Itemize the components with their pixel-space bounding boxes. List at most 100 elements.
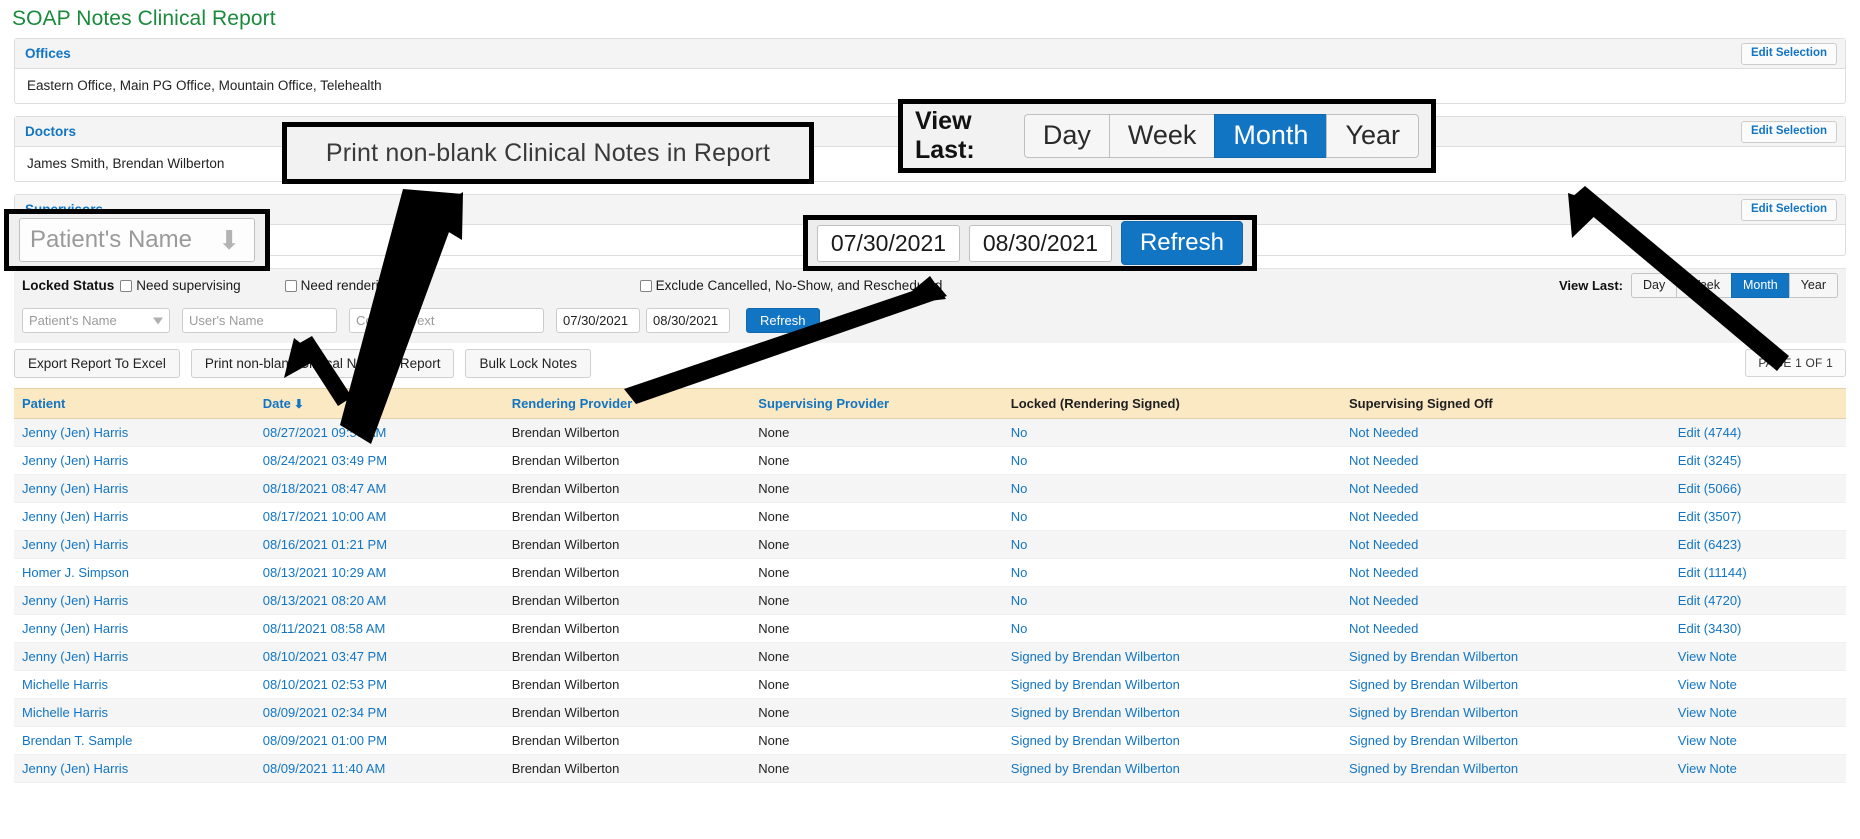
cell-supervising-signed-off-link[interactable]: Signed by Brendan Wilberton <box>1349 705 1518 720</box>
cell-supervising-signed-off[interactable]: Not Needed <box>1340 418 1670 447</box>
cell-patient[interactable]: Jenny (Jen) Harris <box>14 642 255 671</box>
cell-date-link[interactable]: 08/09/2021 01:00 PM <box>263 733 387 748</box>
cell-patient[interactable]: Jenny (Jen) Harris <box>14 614 255 643</box>
cell-supervising-signed-off-link[interactable]: Signed by Brendan Wilberton <box>1349 649 1518 664</box>
exclude-cancelled-checkbox[interactable] <box>639 279 652 292</box>
cell-action-link[interactable]: View Note <box>1678 649 1737 664</box>
column-header-date[interactable]: Date ⬇ <box>254 388 504 419</box>
cell-action-link[interactable]: Edit (6423) <box>1678 537 1742 552</box>
cell-action[interactable]: Edit (5066) <box>1669 474 1846 503</box>
patient-name-select[interactable] <box>22 308 170 333</box>
cell-patient-link[interactable]: Jenny (Jen) Harris <box>22 593 128 608</box>
cell-locked[interactable]: Signed by Brendan Wilberton <box>1002 754 1341 783</box>
cell-supervising-signed-off-link[interactable]: Not Needed <box>1349 509 1418 524</box>
need-rendering-checkbox[interactable] <box>284 279 297 292</box>
cell-locked[interactable]: No <box>1002 502 1341 531</box>
cell-patient[interactable]: Michelle Harris <box>14 698 255 727</box>
cell-locked-link[interactable]: No <box>1011 509 1028 524</box>
cell-locked-link[interactable]: Signed by Brendan Wilberton <box>1011 677 1180 692</box>
cell-action-link[interactable]: Edit (3245) <box>1678 453 1742 468</box>
cell-date-link[interactable]: 08/09/2021 11:40 AM <box>263 761 386 776</box>
cell-patient[interactable]: Jenny (Jen) Harris <box>14 418 255 447</box>
cell-supervising-signed-off[interactable]: Signed by Brendan Wilberton <box>1340 754 1670 783</box>
need-supervising-checkbox[interactable] <box>120 279 133 292</box>
edit-selection-supervisors-button[interactable]: Edit Selection <box>1740 199 1837 221</box>
user-name-input[interactable] <box>182 308 337 333</box>
cell-date[interactable]: 08/11/2021 08:58 AM <box>254 614 504 643</box>
cell-patient[interactable]: Jenny (Jen) Harris <box>14 586 255 615</box>
cell-action[interactable]: View Note <box>1669 698 1846 727</box>
cell-date[interactable]: 08/13/2021 08:20 AM <box>254 586 504 615</box>
cell-supervising-signed-off[interactable]: Not Needed <box>1340 502 1670 531</box>
print-nonblank-clinical-notes-button[interactable]: Print non-blank Clinical Notes in Report <box>190 349 455 378</box>
cell-action-link[interactable]: View Note <box>1678 761 1737 776</box>
cell-date-link[interactable]: 08/18/2021 08:47 AM <box>263 481 387 496</box>
cell-patient-link[interactable]: Jenny (Jen) Harris <box>22 453 128 468</box>
cell-date[interactable]: 08/24/2021 03:49 PM <box>254 446 504 475</box>
cell-date-link[interactable]: 08/16/2021 01:21 PM <box>263 537 387 552</box>
cell-supervising-signed-off-link[interactable]: Not Needed <box>1349 453 1418 468</box>
need-rendering-checkbox-wrap[interactable]: Need rendering <box>284 278 394 293</box>
cell-action-link[interactable]: View Note <box>1678 733 1737 748</box>
cell-locked-link[interactable]: No <box>1011 425 1028 440</box>
cell-locked[interactable]: Signed by Brendan Wilberton <box>1002 698 1341 727</box>
cell-supervising-signed-off-link[interactable]: Signed by Brendan Wilberton <box>1349 733 1518 748</box>
cell-supervising-signed-off-link[interactable]: Not Needed <box>1349 593 1418 608</box>
cell-locked-link[interactable]: No <box>1011 537 1028 552</box>
cell-locked-link[interactable]: No <box>1011 565 1028 580</box>
date-to-input[interactable] <box>646 308 730 333</box>
cell-date[interactable]: 08/13/2021 10:29 AM <box>254 558 504 587</box>
cell-locked[interactable]: No <box>1002 530 1341 559</box>
cell-patient[interactable]: Homer J. Simpson <box>14 558 255 587</box>
cell-patient-link[interactable]: Brendan T. Sample <box>22 733 132 748</box>
cell-action-link[interactable]: Edit (3430) <box>1678 621 1742 636</box>
cell-date[interactable]: 08/10/2021 02:53 PM <box>254 670 504 699</box>
cell-action[interactable]: View Note <box>1669 670 1846 699</box>
cell-supervising-signed-off-link[interactable]: Signed by Brendan Wilberton <box>1349 761 1518 776</box>
cell-locked-link[interactable]: Signed by Brendan Wilberton <box>1011 733 1180 748</box>
cell-patient-link[interactable]: Jenny (Jen) Harris <box>22 621 128 636</box>
cell-supervising-signed-off[interactable]: Not Needed <box>1340 614 1670 643</box>
cell-locked-link[interactable]: Signed by Brendan Wilberton <box>1011 649 1180 664</box>
cell-date[interactable]: 08/09/2021 02:34 PM <box>254 698 504 727</box>
view-last-day-button[interactable]: Day <box>1631 273 1677 298</box>
cell-supervising-signed-off[interactable]: Not Needed <box>1340 558 1670 587</box>
cell-date-link[interactable]: 08/17/2021 10:00 AM <box>263 509 387 524</box>
cell-action[interactable]: View Note <box>1669 726 1846 755</box>
cell-patient-link[interactable]: Jenny (Jen) Harris <box>22 537 128 552</box>
cell-patient-link[interactable]: Jenny (Jen) Harris <box>22 425 128 440</box>
cell-locked[interactable]: No <box>1002 446 1341 475</box>
cell-supervising-signed-off-link[interactable]: Not Needed <box>1349 621 1418 636</box>
cell-patient[interactable]: Jenny (Jen) Harris <box>14 502 255 531</box>
cell-date-link[interactable]: 08/24/2021 03:49 PM <box>263 453 387 468</box>
cell-patient-link[interactable]: Michelle Harris <box>22 677 108 692</box>
cell-patient[interactable]: Jenny (Jen) Harris <box>14 474 255 503</box>
cell-supervising-signed-off[interactable]: Signed by Brendan Wilberton <box>1340 642 1670 671</box>
cell-supervising-signed-off[interactable]: Not Needed <box>1340 530 1670 559</box>
edit-selection-doctors-button[interactable]: Edit Selection <box>1740 121 1837 143</box>
cell-date-link[interactable]: 08/10/2021 02:53 PM <box>263 677 387 692</box>
export-report-to-excel-button[interactable]: Export Report To Excel <box>14 349 180 378</box>
cell-patient-link[interactable]: Jenny (Jen) Harris <box>22 649 128 664</box>
contains-text-input[interactable] <box>349 308 544 333</box>
cell-locked[interactable]: No <box>1002 558 1341 587</box>
cell-supervising-signed-off-link[interactable]: Not Needed <box>1349 425 1418 440</box>
cell-locked[interactable]: Signed by Brendan Wilberton <box>1002 642 1341 671</box>
edit-selection-offices-button[interactable]: Edit Selection <box>1740 43 1837 65</box>
cell-action-link[interactable]: Edit (3507) <box>1678 509 1742 524</box>
cell-patient[interactable]: Jenny (Jen) Harris <box>14 446 255 475</box>
cell-patient-link[interactable]: Homer J. Simpson <box>22 565 129 580</box>
cell-locked-link[interactable]: No <box>1011 621 1028 636</box>
bulk-lock-notes-button[interactable]: Bulk Lock Notes <box>465 349 591 378</box>
view-last-year-button[interactable]: Year <box>1788 273 1838 298</box>
cell-supervising-signed-off-link[interactable]: Not Needed <box>1349 565 1418 580</box>
cell-patient-link[interactable]: Jenny (Jen) Harris <box>22 509 128 524</box>
date-from-input[interactable] <box>556 308 640 333</box>
cell-action-link[interactable]: Edit (5066) <box>1678 481 1742 496</box>
cell-patient[interactable]: Jenny (Jen) Harris <box>14 530 255 559</box>
cell-supervising-signed-off-link[interactable]: Not Needed <box>1349 481 1418 496</box>
cell-date-link[interactable]: 08/10/2021 03:47 PM <box>263 649 387 664</box>
cell-action-link[interactable]: Edit (4744) <box>1678 425 1742 440</box>
cell-locked[interactable]: No <box>1002 614 1341 643</box>
refresh-button[interactable]: Refresh <box>746 308 820 333</box>
